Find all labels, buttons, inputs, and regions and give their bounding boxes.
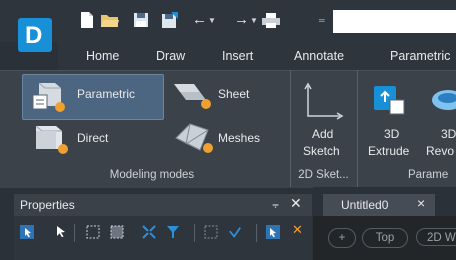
parametric-label: Parametric [77, 87, 136, 101]
save-as-icon[interactable] [161, 11, 179, 29]
visual-style-button[interactable]: 2D W [416, 228, 456, 246]
parametric-cube-icon [32, 82, 65, 112]
title-field[interactable] [333, 10, 456, 33]
clear-selection-icon[interactable]: ✕ [292, 222, 303, 238]
revolve-label-2[interactable]: Revo [426, 144, 454, 158]
tab-draw[interactable]: Draw [156, 49, 185, 63]
document-close-icon[interactable]: × [417, 195, 425, 211]
revolve-label-1[interactable]: 3D [441, 127, 456, 141]
sketch-2d-group-label[interactable]: 2D Sket... [290, 169, 357, 181]
extrude-label-2[interactable]: Extrude [368, 144, 409, 158]
chevron-down-icon[interactable]: ▼ [208, 16, 216, 25]
add-sketch-label-1[interactable]: Add [312, 127, 333, 141]
tab-insert[interactable]: Insert [222, 49, 253, 63]
add-viewport-button[interactable]: + [328, 228, 356, 248]
filter-select-icon[interactable] [166, 225, 180, 239]
customize-icon[interactable]: ═ [319, 16, 325, 25]
tab-parametric[interactable]: Parametric [390, 49, 450, 63]
chevron-down-icon[interactable]: ▼ [250, 16, 258, 25]
add-selection-icon[interactable] [20, 225, 34, 239]
close-icon[interactable]: ✕ [290, 195, 302, 212]
toolbar-separator [74, 224, 75, 242]
extrude-icon[interactable] [370, 82, 410, 118]
toolbar-separator [256, 224, 257, 242]
meshes-icon[interactable] [172, 118, 214, 154]
parametric-group-label: Parame [408, 169, 449, 181]
add-sketch-icon[interactable] [302, 80, 344, 122]
select-all-icon[interactable] [142, 225, 156, 239]
undo-icon[interactable]: ← [192, 10, 207, 30]
modeling-modes-group-label: Modeling modes [109, 169, 195, 181]
meshes-label[interactable]: Meshes [218, 131, 260, 145]
tab-home[interactable]: Home [86, 49, 119, 63]
sheet-label[interactable]: Sheet [218, 87, 249, 101]
redo-icon[interactable]: → [234, 10, 249, 30]
deselect-icon[interactable] [228, 225, 242, 239]
quick-select-icon[interactable] [204, 225, 218, 239]
select-cursor-icon[interactable] [54, 225, 68, 239]
crossing-select-icon[interactable] [110, 225, 124, 239]
new-file-icon[interactable] [80, 11, 94, 29]
properties-title: Properties [20, 198, 75, 212]
revolve-icon[interactable] [428, 86, 456, 118]
window-select-icon[interactable] [86, 225, 100, 239]
toolbar-separator [194, 224, 195, 242]
app-logo[interactable]: D [18, 18, 52, 52]
document-tab-label[interactable]: Untitled0 [341, 198, 388, 212]
direct-cube-icon[interactable] [28, 120, 68, 154]
direct-label[interactable]: Direct [77, 131, 108, 145]
extrude-label-1[interactable]: 3D [384, 127, 399, 141]
view-top-button[interactable]: Top [362, 228, 408, 248]
pin-icon[interactable]: ⨪ [272, 197, 279, 212]
save-icon[interactable] [133, 12, 149, 28]
sheet-icon[interactable] [172, 78, 212, 110]
open-folder-icon[interactable] [100, 13, 120, 29]
pick-select-icon[interactable] [266, 225, 280, 239]
print-icon[interactable] [262, 13, 280, 28]
add-sketch-label-2[interactable]: Sketch [303, 144, 340, 158]
tab-annotate[interactable]: Annotate [294, 49, 344, 63]
